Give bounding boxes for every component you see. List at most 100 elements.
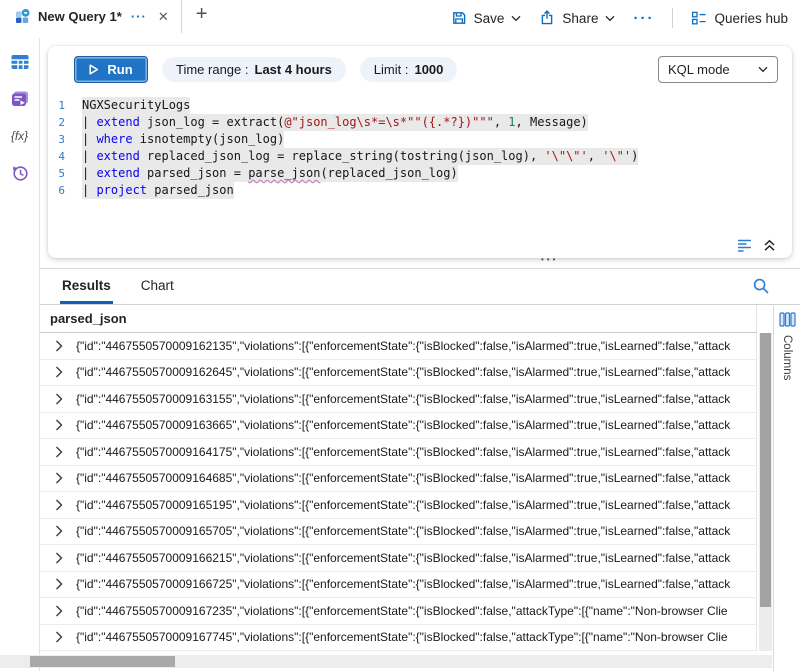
- table-row[interactable]: {"id":"4467550570009167745","violations"…: [40, 625, 756, 652]
- column-header-parsed-json[interactable]: parsed_json: [40, 305, 757, 333]
- kusto-query-icon: [14, 8, 31, 25]
- functions-icon: {fx}: [11, 129, 28, 143]
- time-range-value: Last 4 hours: [255, 62, 332, 77]
- tab-results[interactable]: Results: [60, 269, 113, 304]
- code-text: | extend replaced_json_log = replace_str…: [82, 148, 638, 165]
- expand-chevron-icon[interactable]: [55, 552, 63, 564]
- query-editor[interactable]: 1 NGXSecurityLogs 2 | extend json_log = …: [48, 91, 792, 199]
- code-line[interactable]: 1 NGXSecurityLogs: [48, 97, 792, 114]
- expand-chevron-icon[interactable]: [55, 393, 63, 405]
- sidebar-item-queries[interactable]: [9, 88, 31, 110]
- line-number: 6: [48, 182, 82, 199]
- tab-close-icon[interactable]: ✕: [158, 9, 169, 25]
- row-json-text: {"id":"4467550570009167745","violations"…: [76, 630, 756, 644]
- run-button[interactable]: Run: [74, 56, 148, 83]
- row-json-text: {"id":"4467550570009166215","violations"…: [76, 551, 756, 565]
- share-label: Share: [562, 11, 598, 26]
- row-json-text: {"id":"4467550570009163155","violations"…: [76, 392, 756, 406]
- limit-pill[interactable]: Limit : 1000: [360, 57, 458, 82]
- tab-title: New Query 1*: [38, 9, 122, 24]
- expand-chevron-icon[interactable]: [55, 525, 63, 537]
- play-icon: [89, 64, 99, 75]
- table-row[interactable]: {"id":"4467550570009163665","violations"…: [40, 413, 756, 440]
- results-tabs-row: Results Chart: [40, 269, 800, 305]
- expand-chevron-icon[interactable]: [55, 472, 63, 484]
- table-row[interactable]: {"id":"4467550570009166725","violations"…: [40, 572, 756, 599]
- code-line[interactable]: 5 | extend parsed_json = parse_json(repl…: [48, 165, 792, 182]
- code-line[interactable]: 3 | where isnotempty(json_log): [48, 131, 792, 148]
- line-number: 1: [48, 97, 82, 114]
- table-row[interactable]: {"id":"4467550570009164685","violations"…: [40, 466, 756, 493]
- sidebar-item-functions[interactable]: {fx}: [9, 125, 31, 147]
- query-card: Run Time range : Last 4 hours Limit : 10…: [48, 46, 792, 258]
- row-json-text: {"id":"4467550570009163665","violations"…: [76, 418, 756, 432]
- time-range-pill[interactable]: Time range : Last 4 hours: [162, 57, 346, 82]
- horizontal-scrollbar-thumb[interactable]: [30, 656, 175, 667]
- save-button[interactable]: Save: [451, 10, 522, 26]
- limit-value: 1000: [414, 62, 443, 77]
- query-toolbar: Run Time range : Last 4 hours Limit : 10…: [48, 46, 792, 91]
- row-json-text: {"id":"4467550570009165705","violations"…: [76, 524, 756, 538]
- expand-chevron-icon[interactable]: [55, 631, 63, 643]
- vertical-scrollbar[interactable]: [759, 333, 772, 651]
- tab-more-icon[interactable]: ···: [131, 9, 147, 24]
- table-row[interactable]: {"id":"4467550570009162135","violations"…: [40, 333, 756, 360]
- expand-chevron-icon[interactable]: [55, 340, 63, 352]
- new-tab-button[interactable]: +: [196, 4, 208, 24]
- table-row[interactable]: {"id":"4467550570009166215","violations"…: [40, 545, 756, 572]
- mode-select-value: KQL mode: [668, 62, 730, 77]
- share-button[interactable]: Share: [539, 10, 615, 26]
- table-row[interactable]: {"id":"4467550570009167235","violations"…: [40, 598, 756, 625]
- table-row[interactable]: {"id":"4467550570009164175","violations"…: [40, 439, 756, 466]
- tab-bar: New Query 1* ··· ✕ + Save: [0, 0, 800, 38]
- table-row[interactable]: {"id":"4467550570009162645","violations"…: [40, 360, 756, 387]
- code-line[interactable]: 6 | project parsed_json: [48, 182, 792, 199]
- save-icon: [451, 10, 467, 26]
- tab-chart[interactable]: Chart: [139, 269, 176, 304]
- chevron-down-icon: [511, 15, 521, 22]
- limit-label: Limit :: [374, 62, 409, 77]
- save-label: Save: [474, 11, 505, 26]
- expand-chevron-icon[interactable]: [55, 366, 63, 378]
- horizontal-scrollbar[interactable]: [0, 655, 772, 668]
- sidebar-item-history[interactable]: [9, 162, 31, 184]
- format-lines-icon[interactable]: [736, 238, 753, 253]
- queries-hub-button[interactable]: Queries hub: [691, 10, 788, 26]
- header-divider: [672, 8, 673, 28]
- table-row[interactable]: {"id":"4467550570009163155","violations"…: [40, 386, 756, 413]
- expand-chevron-icon[interactable]: [55, 578, 63, 590]
- adx-query-app: New Query 1* ··· ✕ + Save: [0, 0, 800, 671]
- chevron-down-icon: [758, 66, 768, 73]
- expand-chevron-icon[interactable]: [55, 419, 63, 431]
- table-icon: [10, 52, 30, 72]
- line-number: 4: [48, 148, 82, 165]
- code-line[interactable]: 2 | extend json_log = extract(@"json_log…: [48, 114, 792, 131]
- row-json-text: {"id":"4467550570009164685","violations"…: [76, 471, 756, 485]
- expand-chevron-icon[interactable]: [55, 446, 63, 458]
- expand-chevron-icon[interactable]: [55, 499, 63, 511]
- table-row[interactable]: {"id":"4467550570009165705","violations"…: [40, 519, 756, 546]
- pane-resize-handle[interactable]: •••: [541, 255, 558, 264]
- editor-footer-icons: [736, 238, 776, 253]
- columns-panel-toggle[interactable]: Columns: [773, 306, 800, 671]
- search-icon[interactable]: [752, 277, 770, 295]
- vertical-scrollbar-thumb[interactable]: [760, 333, 771, 607]
- results-grid: {"id":"4467550570009162135","violations"…: [40, 333, 757, 651]
- code-text: | extend parsed_json = parse_json(replac…: [82, 165, 458, 182]
- history-clock-icon: [10, 163, 30, 183]
- mode-select[interactable]: KQL mode: [658, 56, 778, 83]
- row-json-text: {"id":"4467550570009162135","violations"…: [76, 339, 756, 353]
- expand-chevron-icon[interactable]: [55, 605, 63, 617]
- code-text: | extend json_log = extract(@"json_log\s…: [82, 114, 588, 131]
- query-tab[interactable]: New Query 1* ··· ✕: [0, 0, 182, 33]
- collapse-double-chevron-icon[interactable]: [763, 239, 776, 252]
- code-lines: 1 NGXSecurityLogs 2 | extend json_log = …: [48, 97, 792, 199]
- columns-icon: [779, 312, 796, 327]
- row-json-text: {"id":"4467550570009162645","violations"…: [76, 365, 756, 379]
- row-json-text: {"id":"4467550570009165195","violations"…: [76, 498, 756, 512]
- more-actions-button[interactable]: ···: [633, 10, 654, 27]
- table-row[interactable]: {"id":"4467550570009165195","violations"…: [40, 492, 756, 519]
- sidebar-item-connections[interactable]: [9, 51, 31, 73]
- line-number: 3: [48, 131, 82, 148]
- code-line[interactable]: 4 | extend replaced_json_log = replace_s…: [48, 148, 792, 165]
